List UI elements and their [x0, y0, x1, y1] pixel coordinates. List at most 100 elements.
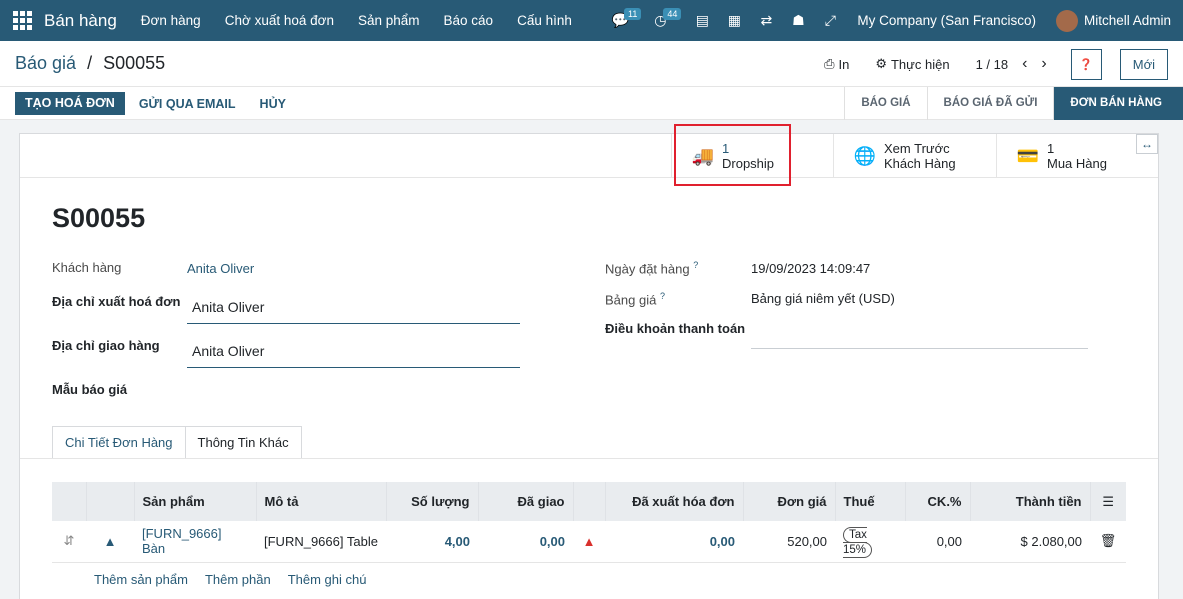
forecast-widget[interactable]: ▲	[573, 521, 605, 563]
pager: 1 / 18 ‹ ›	[976, 55, 1047, 73]
tab-order-lines[interactable]: Chi Tiết Đơn Hàng	[52, 426, 186, 459]
notebook-tabs: Chi Tiết Đơn Hàng Thông Tin Khác	[52, 426, 302, 459]
apps-menu-button[interactable]	[0, 0, 44, 41]
drag-handle[interactable]: ⇵	[52, 521, 86, 563]
optional-columns-toggle[interactable]: ☰	[1089, 482, 1126, 521]
top-menu: Đơn hàng Chờ xuất hoá đơn Sản phẩm Báo c…	[141, 13, 572, 28]
expand-icon: ⤢	[824, 12, 836, 28]
print-label: In	[838, 56, 850, 72]
menu-products[interactable]: Sản phẩm	[358, 13, 420, 28]
col-unit-price[interactable]: Đơn giá	[742, 482, 835, 521]
create-invoice-button[interactable]: TẠO HOÁ ĐƠN	[15, 92, 125, 115]
chevron-left-icon[interactable]: ‹	[1022, 55, 1027, 73]
invoice-address-field[interactable]: Anita Oliver	[187, 299, 520, 324]
user-menu[interactable]: Mitchell Admin	[1084, 13, 1171, 28]
activities-button[interactable]: ◷ 44	[647, 0, 682, 41]
delivery-address-label: Địa chỉ giao hàng	[52, 338, 160, 353]
delivery-address-field[interactable]: Anita Oliver	[187, 343, 520, 368]
col-description[interactable]: Mô tả	[255, 482, 386, 521]
breadcrumb-quotations[interactable]: Báo giá	[15, 53, 76, 73]
line-delivered[interactable]: 0,00	[478, 521, 573, 563]
company-switcher[interactable]: My Company (San Francisco)	[857, 13, 1036, 28]
quotation-template-label: Mẫu báo giá	[52, 382, 128, 397]
payment-terms-label: Điều khoản thanh toán	[605, 321, 746, 336]
order-date-field[interactable]: 19/09/2023 14:09:47	[751, 261, 870, 276]
pager-value[interactable]: 1 / 18	[976, 57, 1009, 72]
line-invoiced[interactable]: 0,00	[605, 521, 743, 563]
col-delivered[interactable]: Đã giao	[477, 482, 573, 521]
customer-field[interactable]: Anita Oliver	[187, 261, 254, 276]
stage-sales-order[interactable]: ĐƠN BÁN HÀNG	[1053, 87, 1183, 120]
send-email-button[interactable]: GỬI QUA EMAIL	[139, 97, 236, 111]
print-button[interactable]: ⎙ In	[824, 56, 849, 72]
smart-button-box: 🚚 1 Dropship 🌐 Xem Trước Khách Hàng 💳 1 …	[20, 124, 1158, 186]
external-link-icon: ▲	[103, 533, 117, 549]
table-row[interactable]: ⇵ ▲ [FURN_9666] Bàn [FURN_9666] Table 4,…	[52, 521, 1126, 563]
line-discount[interactable]: 0,00	[905, 521, 970, 563]
purchase-button[interactable]: 💳 1 Mua Hàng	[996, 134, 1136, 178]
tab-other-info[interactable]: Thông Tin Khác	[184, 426, 302, 459]
cancel-button[interactable]: HỦY	[260, 97, 286, 111]
add-section-link[interactable]: Thêm phần	[205, 572, 271, 587]
top-navbar: Bán hàng Đơn hàng Chờ xuất hoá đơn Sản p…	[0, 0, 1183, 41]
add-note-link[interactable]: Thêm ghi chú	[288, 572, 367, 587]
col-invoiced[interactable]: Đã xuất hóa đơn	[604, 482, 743, 521]
messages-button[interactable]: 💬 11	[607, 0, 642, 41]
fullscreen-button[interactable]: ⤢	[817, 0, 843, 41]
menu-configuration[interactable]: Cấu hình	[517, 13, 572, 28]
customer-preview-button[interactable]: 🌐 Xem Trước Khách Hàng	[833, 134, 996, 178]
new-button[interactable]: Mới	[1119, 48, 1168, 80]
expand-sheet-icon[interactable]: ↔	[1136, 134, 1158, 154]
breadcrumb-separator: /	[87, 53, 93, 73]
stage-quotation[interactable]: BÁO GIÁ	[844, 87, 926, 120]
col-subtotal[interactable]: Thành tiền	[969, 482, 1090, 521]
tax-badge: Tax 15%	[843, 527, 873, 559]
help-icon[interactable]: ?	[660, 291, 665, 301]
translate-button[interactable]: ⇄	[753, 0, 779, 41]
menu-reporting[interactable]: Báo cáo	[444, 13, 494, 28]
calculator-button[interactable]: ▦	[721, 0, 747, 41]
col-taxes[interactable]: Thuế	[834, 482, 905, 521]
help-button[interactable]: ❓	[1070, 48, 1102, 80]
form-sheet: 🚚 1 Dropship 🌐 Xem Trước Khách Hàng 💳 1 …	[19, 124, 1159, 599]
pricelist-field[interactable]: Bảng giá niêm yết (USD)	[751, 291, 895, 306]
menu-orders[interactable]: Đơn hàng	[141, 13, 201, 28]
cash-register-button[interactable]: ▤	[689, 0, 715, 41]
systray: 💬 11 ◷ 44 ▤ ▦ ⇄ ☗ ⤢ My Company (San Fran…	[601, 0, 1183, 41]
print-icon: ⎙	[824, 56, 835, 71]
order-name: S00055	[52, 203, 146, 233]
sliders-icon: ☰	[1102, 493, 1115, 509]
bookmark-icon: ☗	[792, 12, 805, 28]
forecast-header	[572, 482, 605, 521]
line-quantity[interactable]: 4,00	[386, 521, 478, 563]
credit-card-icon: 💳	[1016, 145, 1040, 166]
add-product-link[interactable]: Thêm sản phẩm	[94, 572, 188, 587]
breadcrumb: Báo giá / S00055	[15, 53, 165, 74]
app-name[interactable]: Bán hàng	[44, 11, 117, 31]
delete-line-button[interactable]: 🗑	[1090, 521, 1126, 563]
menu-to-invoice[interactable]: Chờ xuất hoá đơn	[225, 13, 334, 28]
calculator-icon: ▦	[727, 12, 741, 28]
chevron-right-icon[interactable]: ›	[1041, 55, 1046, 73]
avatar[interactable]	[1055, 9, 1078, 32]
control-panel-actions: ⎙ In ⚙ Thực hiện 1 / 18 ‹ › ❓ Mới	[824, 41, 1183, 87]
bookmark-button[interactable]: ☗	[785, 0, 811, 41]
line-description[interactable]: [FURN_9666] Table	[256, 521, 386, 563]
col-product[interactable]: Sản phẩm	[133, 482, 256, 521]
help-icon[interactable]: ?	[693, 260, 698, 270]
purchase-count: 1	[1047, 141, 1055, 156]
line-unit-price[interactable]: 520,00	[743, 521, 835, 563]
add-line-controls: Thêm sản phẩm Thêm phần Thêm ghi chú	[94, 572, 366, 587]
payment-terms-field[interactable]	[751, 348, 1088, 349]
product-widget-header	[85, 482, 134, 521]
breadcrumb-current: S00055	[103, 53, 166, 73]
line-taxes[interactable]: Tax 15%	[835, 521, 905, 563]
col-discount[interactable]: CK.%	[904, 482, 970, 521]
invoice-address-value: Anita Oliver	[192, 299, 265, 315]
line-product[interactable]: [FURN_9666] Bàn	[134, 521, 256, 563]
order-date-label-text: Ngày đặt hàng	[605, 261, 690, 277]
col-quantity[interactable]: Số lượng	[385, 482, 478, 521]
product-configurator-cell[interactable]: ▲	[86, 521, 134, 563]
stage-quotation-sent[interactable]: BÁO GIÁ ĐÃ GỬI	[926, 87, 1054, 120]
action-button[interactable]: ⚙ Thực hiện	[875, 56, 949, 72]
